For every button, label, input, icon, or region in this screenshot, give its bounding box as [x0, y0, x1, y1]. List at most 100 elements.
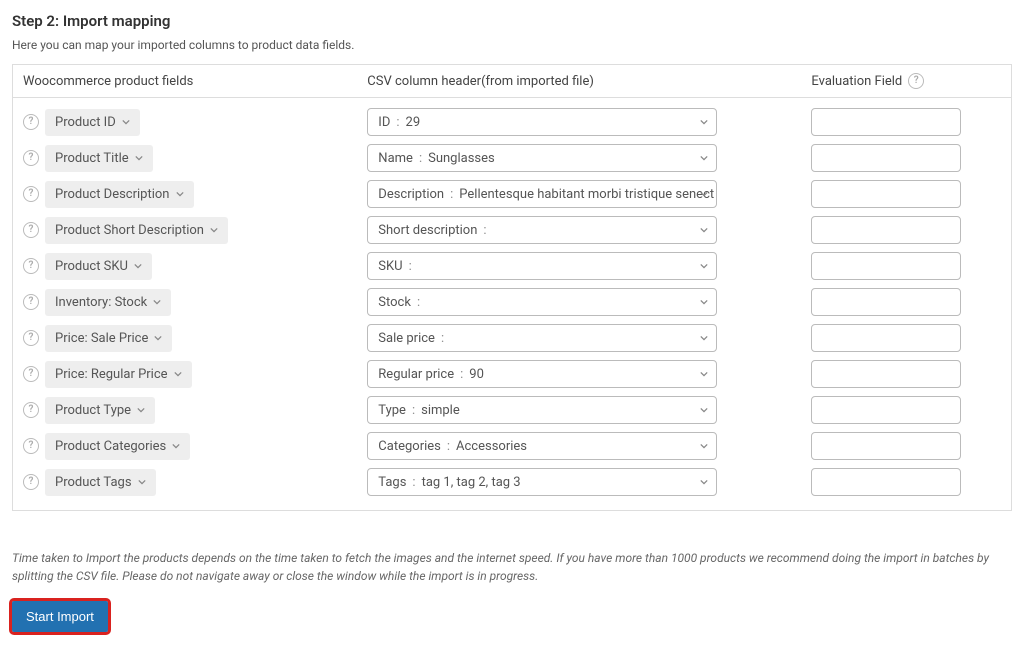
separator: : — [412, 403, 415, 418]
question-circle-icon[interactable]: ? — [23, 330, 39, 346]
csv-column-select[interactable]: ID:29 — [367, 108, 717, 136]
evaluation-input[interactable] — [811, 360, 961, 388]
table-row: ? Product Description Description:Pellente… — [23, 176, 1001, 212]
evaluation-input[interactable] — [811, 324, 961, 352]
question-circle-icon[interactable]: ? — [23, 186, 39, 202]
table-row: ?Product CategoriesCategories:Accessorie… — [23, 428, 1001, 464]
separator: : — [450, 187, 453, 202]
header-eval: Evaluation Field ? — [811, 73, 1001, 89]
field-badge[interactable]: Product SKU — [45, 253, 152, 280]
field-badge[interactable]: Price: Regular Price — [45, 361, 192, 388]
question-circle-icon[interactable]: ? — [23, 114, 39, 130]
start-import-button[interactable]: Start Import — [12, 601, 108, 632]
chevron-down-icon — [700, 154, 708, 162]
field-label: Inventory: Stock — [55, 295, 147, 310]
question-circle-icon[interactable]: ? — [23, 366, 39, 382]
chevron-down-icon — [700, 442, 708, 450]
chevron-down-icon — [138, 478, 146, 486]
field-label: Product Tags — [55, 475, 132, 490]
csv-column-select[interactable]: Description:Pellentesque habitant morbi … — [367, 180, 717, 208]
csv-select-value: Accessories — [456, 439, 527, 454]
field-label: Product SKU — [55, 259, 128, 274]
evaluation-input[interactable] — [811, 216, 961, 244]
field-label: Price: Sale Price — [55, 331, 148, 346]
csv-column-select[interactable]: Sale price: — [367, 324, 717, 352]
evaluation-input[interactable] — [811, 468, 961, 496]
chevron-down-icon — [700, 262, 708, 270]
table-row: ? Inventory: Stock Stock: — [23, 284, 1001, 320]
evaluation-input[interactable] — [811, 432, 961, 460]
chevron-down-icon — [700, 406, 708, 414]
csv-select-label: ID — [378, 115, 390, 130]
csv-select-label: Stock — [378, 295, 411, 310]
table-row: ? Product ID ID:29 — [23, 104, 1001, 140]
question-circle-icon[interactable]: ? — [23, 150, 39, 166]
page-title: Step 2: Import mapping — [12, 12, 1012, 30]
csv-select-label: Name — [378, 151, 413, 166]
evaluation-input[interactable] — [811, 180, 961, 208]
field-label: Product Title — [55, 151, 129, 166]
evaluation-input[interactable] — [811, 396, 961, 424]
question-circle-icon[interactable]: ? — [23, 402, 39, 418]
csv-select-label: Description — [378, 187, 444, 202]
separator: : — [447, 439, 450, 454]
csv-select-label: Sale price — [378, 331, 435, 346]
chevron-down-icon — [210, 226, 218, 234]
table-row: ? Product Title Name:Sunglasses — [23, 140, 1001, 176]
field-label: Product Categories — [55, 439, 166, 454]
question-circle-icon[interactable]: ? — [908, 73, 924, 89]
field-label: Product ID — [55, 115, 116, 130]
field-badge[interactable]: Product Categories — [45, 433, 190, 460]
mapping-table-header: Woocommerce product fields CSV column he… — [13, 65, 1011, 98]
separator: : — [417, 295, 420, 310]
question-circle-icon[interactable]: ? — [23, 222, 39, 238]
chevron-down-icon — [176, 190, 184, 198]
csv-column-select[interactable]: Stock: — [367, 288, 717, 316]
header-csv: CSV column header(from imported file) — [367, 74, 811, 89]
separator: : — [483, 223, 486, 238]
chevron-down-icon — [172, 442, 180, 450]
evaluation-input[interactable] — [811, 252, 961, 280]
chevron-down-icon — [154, 334, 162, 342]
field-label: Product Short Description — [55, 223, 204, 238]
evaluation-input[interactable] — [811, 144, 961, 172]
field-badge[interactable]: Product Type — [45, 397, 155, 424]
question-circle-icon[interactable]: ? — [23, 438, 39, 454]
chevron-down-icon — [700, 334, 708, 342]
evaluation-input[interactable] — [811, 108, 961, 136]
chevron-down-icon — [700, 118, 708, 126]
csv-column-select[interactable]: Name:Sunglasses — [367, 144, 717, 172]
csv-column-select[interactable]: Type:simple — [367, 396, 717, 424]
csv-select-value: Sunglasses — [428, 151, 495, 166]
csv-select-value: simple — [421, 403, 460, 418]
csv-select-label: Regular price — [378, 367, 454, 382]
csv-select-label: SKU — [378, 259, 402, 274]
page-description: Here you can map your imported columns t… — [12, 38, 1012, 52]
question-circle-icon[interactable]: ? — [23, 294, 39, 310]
csv-column-select[interactable]: Regular price:90 — [367, 360, 717, 388]
field-badge[interactable]: Price: Sale Price — [45, 325, 172, 352]
question-circle-icon[interactable]: ? — [23, 474, 39, 490]
separator: : — [412, 475, 415, 490]
mapping-table: Woocommerce product fields CSV column he… — [12, 64, 1012, 511]
field-badge[interactable]: Product Tags — [45, 469, 156, 496]
csv-column-select[interactable]: Short description: — [367, 216, 717, 244]
field-badge[interactable]: Product Short Description — [45, 217, 228, 244]
csv-column-select[interactable]: SKU: — [367, 252, 717, 280]
evaluation-input[interactable] — [811, 288, 961, 316]
csv-select-label: Short description — [378, 223, 477, 238]
mapping-table-body: ?Product IDID:29?Product TitleName:Sungl… — [13, 98, 1011, 510]
field-badge[interactable]: Product ID — [45, 109, 140, 136]
question-circle-icon[interactable]: ? — [23, 258, 39, 274]
csv-column-select[interactable]: Tags:tag 1, tag 2, tag 3 — [367, 468, 717, 496]
chevron-down-icon — [700, 190, 708, 198]
table-row: ?Product TypeType:simple — [23, 392, 1001, 428]
csv-column-select[interactable]: Categories:Accessories — [367, 432, 717, 460]
field-badge[interactable]: Product Description — [45, 181, 194, 208]
field-label: Price: Regular Price — [55, 367, 168, 382]
field-badge[interactable]: Product Title — [45, 145, 153, 172]
chevron-down-icon — [135, 154, 143, 162]
chevron-down-icon — [700, 370, 708, 378]
separator: : — [460, 367, 463, 382]
field-badge[interactable]: Inventory: Stock — [45, 289, 171, 316]
